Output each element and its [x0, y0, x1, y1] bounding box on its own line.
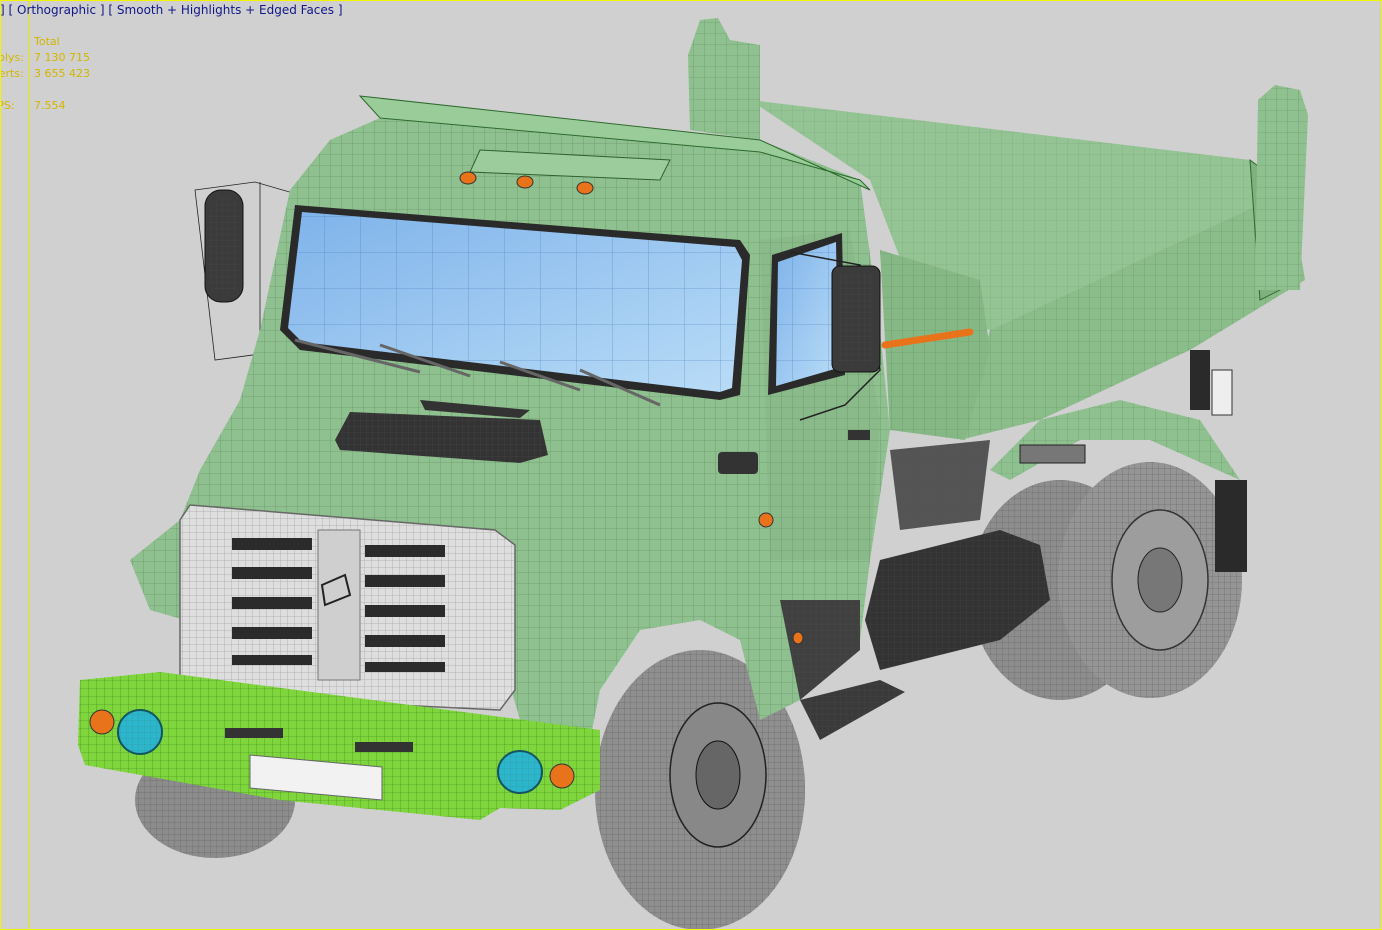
stats-polys-value: 7 130 715	[34, 51, 90, 64]
headlight-right	[497, 750, 543, 794]
stats-verts-label: Verts:	[0, 67, 24, 80]
3d-viewport[interactable]: ] [ Orthographic ] [ Smooth + Highlights…	[0, 0, 1382, 930]
bed-post-right	[1255, 85, 1308, 290]
stats-fps-value: 7.554	[34, 99, 66, 112]
shading-mode-menu[interactable]: [ Smooth + Highlights + Edged Faces ]	[108, 3, 342, 17]
grille	[179, 504, 516, 711]
viewport-guide-line	[28, 0, 29, 930]
step-plate	[800, 680, 905, 740]
bed-post-left	[688, 18, 760, 140]
stats-header: Total	[34, 35, 60, 48]
stats-verts-value: 3 655 423	[34, 67, 90, 80]
headlight-left	[117, 709, 163, 755]
truck-wireframe-scene	[78, 18, 1308, 930]
stats-polys-label: Polys:	[0, 51, 24, 64]
viewport-label[interactable]: ] [ Orthographic ] [ Smooth + Highlights…	[0, 3, 343, 17]
rear-wheel	[1058, 462, 1242, 698]
view-mode-menu[interactable]: [ Orthographic ]	[9, 3, 105, 17]
viewport-label-prefix: ]	[0, 3, 9, 17]
stats-fps-label: FPS:	[0, 99, 15, 112]
